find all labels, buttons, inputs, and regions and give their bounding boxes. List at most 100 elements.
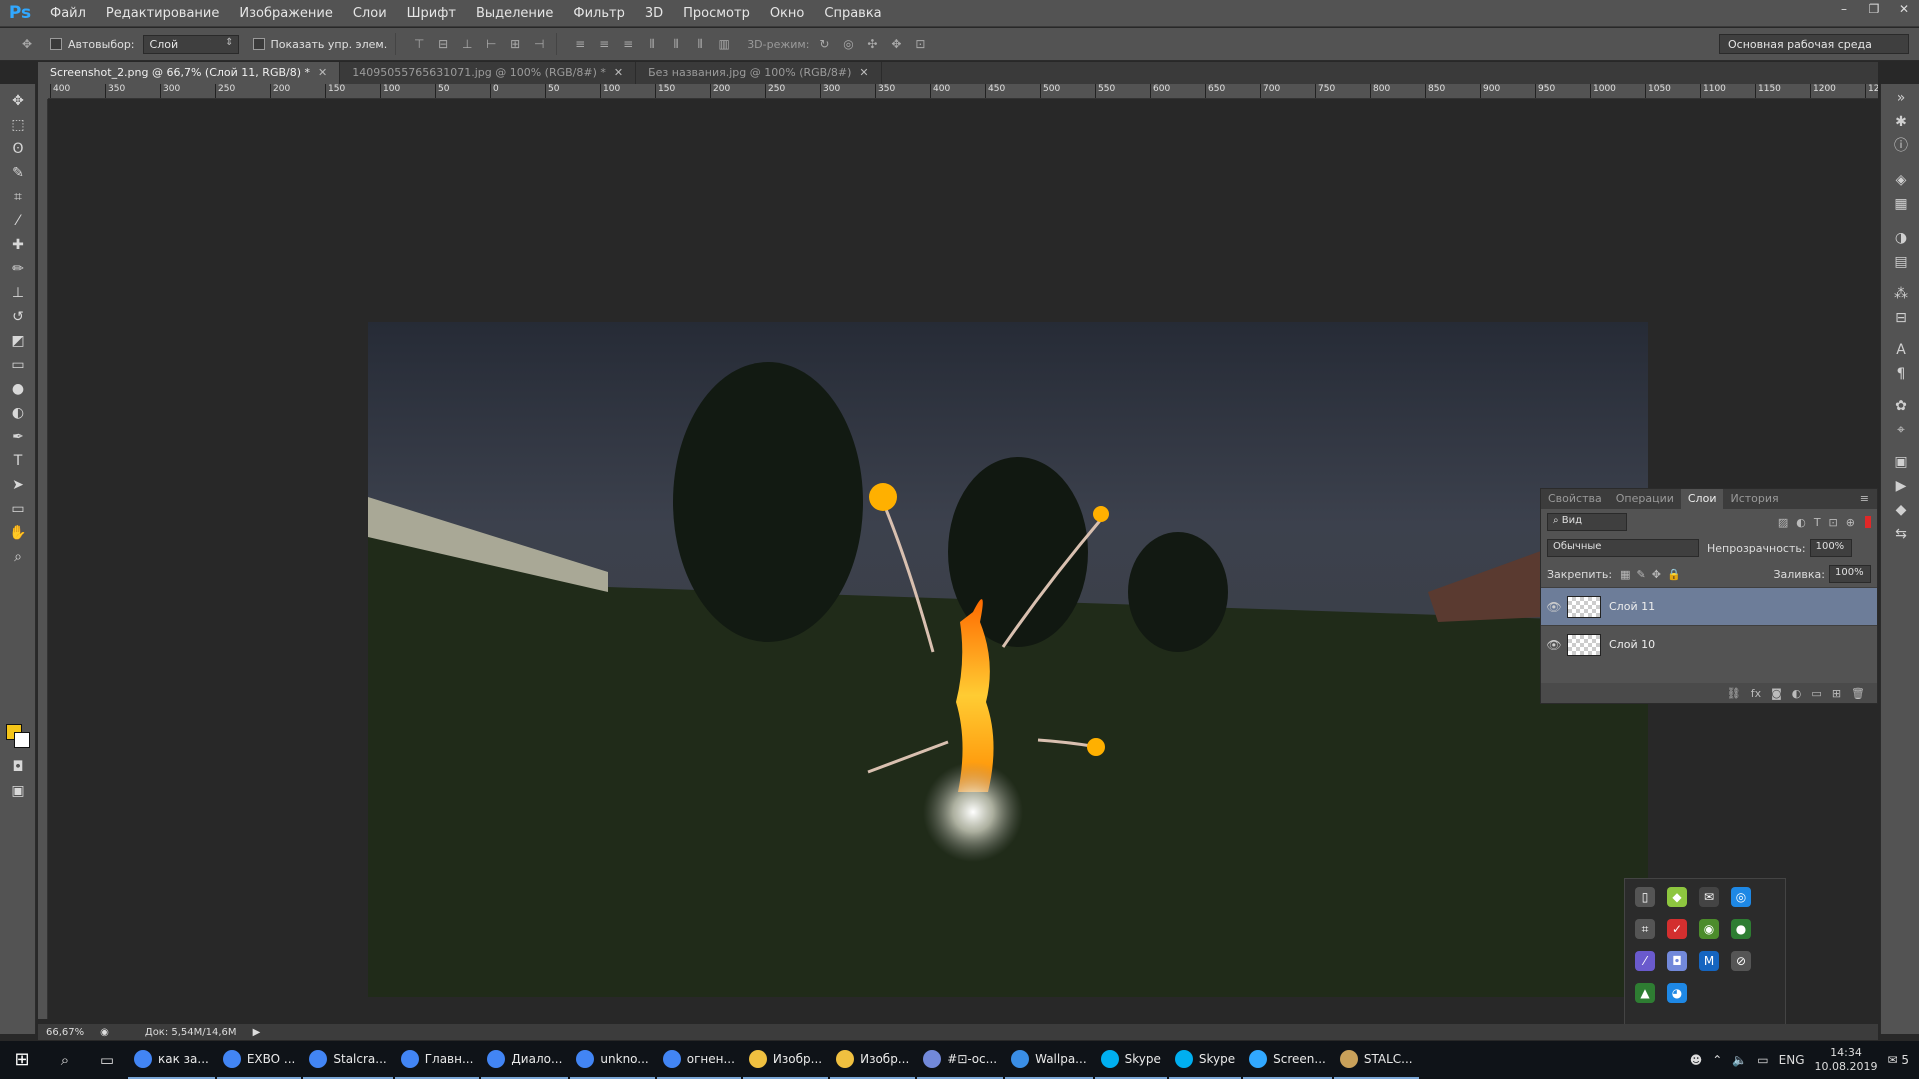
dodge-tool-icon[interactable]: ◐	[6, 402, 30, 424]
taskbar-app[interactable]: как за...	[128, 1041, 215, 1079]
healing-tool-icon[interactable]: ✚	[6, 234, 30, 256]
layer-filter-select[interactable]: ⌕ Вид	[1547, 513, 1627, 531]
styles-icon[interactable]: ▤	[1891, 252, 1911, 272]
status-menu-arrow-icon[interactable]: ▶	[245, 1027, 269, 1038]
taskbar-app[interactable]: unkno...	[570, 1041, 655, 1079]
taskbar-app[interactable]: Изобр...	[830, 1041, 916, 1079]
windows-start-icon[interactable]: ⊞	[0, 1041, 44, 1079]
adjustments-icon[interactable]: ◑	[1891, 228, 1911, 248]
menu-help[interactable]: Справка	[814, 0, 891, 27]
align-hcenter-icon[interactable]: ⊞	[506, 35, 524, 53]
zoom-level[interactable]: 66,67%	[38, 1027, 92, 1038]
taskbar-app[interactable]: Диало...	[481, 1041, 569, 1079]
tab-screenshot[interactable]: Screenshot_2.png @ 66,7% (Слой 11, RGB/8…	[38, 62, 341, 84]
chevron-up-icon[interactable]: ⌃	[1712, 1053, 1722, 1067]
menu-type[interactable]: Шрифт	[397, 0, 466, 27]
orbit-3d-icon[interactable]: ↻	[815, 35, 833, 53]
link-icon[interactable]: ⛓	[1727, 687, 1741, 700]
layers-icon[interactable]: ◆	[1891, 500, 1911, 520]
move-tool-icon[interactable]: ✥	[6, 90, 30, 112]
actions-icon[interactable]: ▶	[1891, 476, 1911, 496]
language-indicator[interactable]: ENG	[1779, 1053, 1805, 1067]
taskbar-app[interactable]: EXBO ...	[216, 1041, 302, 1079]
app-tray-icon[interactable]: ✓	[1667, 919, 1687, 939]
tab-history[interactable]: История	[1723, 489, 1785, 509]
app-tray-icon[interactable]: ◆	[1667, 887, 1687, 907]
taskbar-app[interactable]: огнен...	[656, 1041, 741, 1079]
brush-tool-icon[interactable]: ✏	[6, 258, 30, 280]
menu-view[interactable]: Просмотр	[673, 0, 760, 27]
menu-image[interactable]: Изображение	[229, 0, 342, 27]
app-tray-icon[interactable]: ✉	[1699, 887, 1719, 907]
close-icon[interactable]: ✕	[859, 62, 868, 84]
eraser-tool-icon[interactable]: ◩	[6, 330, 30, 352]
character-icon[interactable]: A	[1891, 340, 1911, 360]
clock[interactable]: 14:34 10.08.2019	[1815, 1046, 1878, 1074]
menu-select[interactable]: Выделение	[466, 0, 563, 27]
quick-mask-icon[interactable]: ◘	[6, 756, 30, 778]
volume-icon[interactable]: 🔈	[1732, 1053, 1747, 1067]
menu-edit[interactable]: Редактирование	[96, 0, 229, 27]
move-tool-icon[interactable]: ✥	[18, 35, 36, 53]
menu-filter[interactable]: Фильтр	[563, 0, 634, 27]
slide-3d-icon[interactable]: ✥	[887, 35, 905, 53]
document-image[interactable]	[368, 322, 1648, 997]
task-view-icon[interactable]: ▭	[86, 1041, 128, 1079]
align-vcenter-icon[interactable]: ⊟	[434, 35, 452, 53]
blend-mode-select[interactable]: Обычные	[1547, 539, 1699, 557]
quick-select-tool-icon[interactable]: ✎	[6, 162, 30, 184]
eyedropper-tool-icon[interactable]: ⁄	[6, 210, 30, 232]
tab-untitled[interactable]: Без названия.jpg @ 100% (RGB/8#) ✕	[636, 62, 882, 84]
restore-icon[interactable]: ❐	[1859, 0, 1889, 20]
close-icon[interactable]: ✕	[614, 62, 623, 84]
app-tray-icon[interactable]: M	[1699, 951, 1719, 971]
distribute-bottom-icon[interactable]: ≡	[619, 35, 637, 53]
horizontal-ruler[interactable]: 400 350 300 250 200 150 100 50 0 50 100 150 200 250 30…	[48, 84, 1878, 99]
minimize-icon[interactable]: –	[1829, 0, 1859, 20]
filter-icons[interactable]: ▨◐T⊡⊕	[1778, 516, 1863, 529]
vertical-ruler[interactable]	[38, 99, 48, 1019]
app-tray-icon[interactable]: ●	[1731, 919, 1751, 939]
tab-layers[interactable]: Слои	[1680, 489, 1724, 509]
brush-icon[interactable]: ⁂	[1891, 284, 1911, 304]
tab-properties[interactable]: Свойства	[1541, 489, 1609, 509]
show-controls-checkbox[interactable]	[252, 38, 265, 50]
menu-file[interactable]: Файл	[40, 0, 96, 27]
app-tray-icon[interactable]: ▲	[1635, 983, 1655, 1003]
paragraph-icon[interactable]: ¶	[1891, 364, 1911, 384]
swatches-icon[interactable]: ▦	[1891, 194, 1911, 214]
taskbar-app[interactable]: Skype	[1094, 1041, 1167, 1079]
mask-icon[interactable]: ◙	[1771, 687, 1782, 700]
nvidia-icon[interactable]: ◉	[1699, 919, 1719, 939]
people-icon[interactable]: ☻	[1690, 1053, 1703, 1067]
app-tray-icon[interactable]: ⌗	[1635, 919, 1655, 939]
filter-toggle-icon[interactable]	[1865, 516, 1871, 528]
taskbar-app[interactable]: #⊡-ос...	[917, 1041, 1004, 1079]
lasso-tool-icon[interactable]: ʘ	[6, 138, 30, 160]
eye-icon[interactable]: 👁	[1541, 638, 1567, 652]
menu-layers[interactable]: Слои	[343, 0, 397, 27]
color-icon[interactable]: ✱	[1891, 112, 1911, 132]
clone-source-icon[interactable]: ✿	[1891, 396, 1911, 416]
pan-3d-icon[interactable]: ✣	[863, 35, 881, 53]
app-tray-icon[interactable]: ⊘	[1731, 951, 1751, 971]
distribute-hcenter-icon[interactable]: ⫴	[667, 35, 685, 53]
menu-3d[interactable]: 3D	[635, 0, 673, 27]
taskbar-app[interactable]: Screen...	[1243, 1041, 1332, 1079]
info-icon[interactable]: ⓘ	[1891, 136, 1911, 156]
app-tray-icon[interactable]: ◎	[1731, 887, 1751, 907]
fill-input[interactable]: 100%	[1829, 565, 1871, 583]
discord-icon[interactable]: ◘	[1667, 951, 1687, 971]
tab-actions[interactable]: Операции	[1609, 489, 1681, 509]
close-icon[interactable]: ✕	[1889, 0, 1919, 20]
roll-3d-icon[interactable]: ◎	[839, 35, 857, 53]
close-icon[interactable]: ✕	[318, 62, 327, 84]
pen-tool-icon[interactable]: ✒	[6, 426, 30, 448]
adjustment-layer-icon[interactable]: ◐	[1792, 687, 1802, 700]
taskbar-app[interactable]: Главн...	[394, 1041, 480, 1079]
workspace-dropdown[interactable]: Основная рабочая среда	[1719, 34, 1909, 54]
layer-row[interactable]: 👁 Слой 10	[1541, 625, 1877, 663]
align-left-icon[interactable]: ⊢	[482, 35, 500, 53]
hand-tool-icon[interactable]: ✋	[6, 522, 30, 544]
align-bottom-icon[interactable]: ⊥	[458, 35, 476, 53]
